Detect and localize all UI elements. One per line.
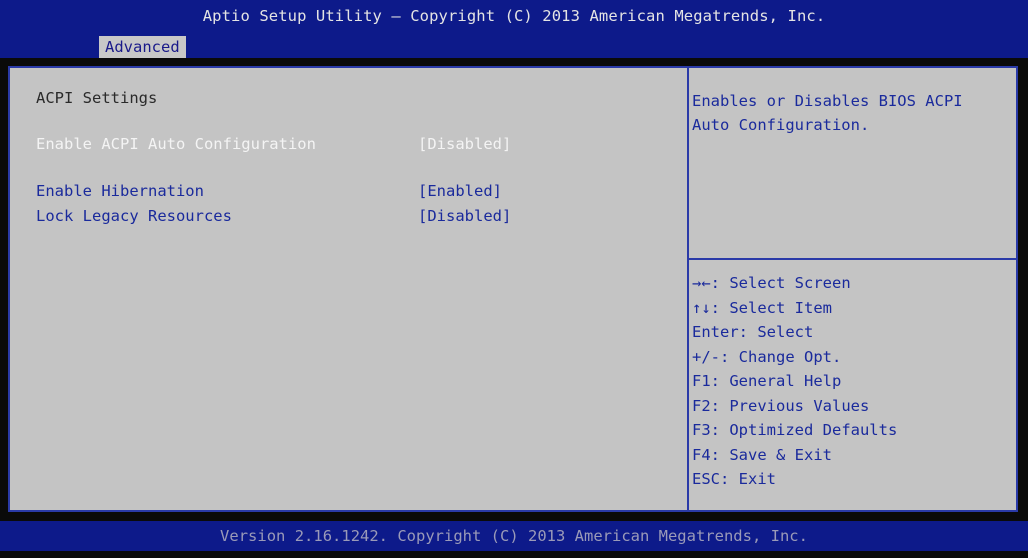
- key-f4: F4: Save & Exit: [692, 445, 832, 464]
- setting-label: Lock Legacy Resources: [36, 207, 232, 225]
- arrows-up-down-icon: ↑↓: [692, 298, 711, 317]
- arrows-left-right-icon: →←: [692, 274, 711, 292]
- key-legend: →←: Select Screen ↑↓: Select Item Enter:…: [692, 271, 1012, 492]
- setting-label: Enable Hibernation: [36, 182, 204, 200]
- panel-divider-vertical: [687, 68, 689, 510]
- help-line: Auto Configuration.: [692, 116, 870, 134]
- setting-value[interactable]: [Enabled]: [418, 182, 502, 200]
- key-esc: ESC: Exit: [692, 470, 776, 488]
- key-f2: F2: Previous Values: [692, 396, 870, 415]
- key-change-opt: +/-: Change Opt.: [692, 347, 842, 366]
- setting-value[interactable]: [Disabled]: [418, 135, 511, 153]
- key-enter: Enter: Select: [692, 323, 814, 341]
- key-select-item: ↑↓: Select Item: [692, 298, 832, 317]
- section-title: ACPI Settings: [36, 89, 158, 107]
- setting-label: Enable ACPI Auto Configuration: [36, 135, 316, 153]
- version-text: Version 2.16.1242. Copyright (C) 2013 Am…: [220, 527, 808, 545]
- help-text: Enables or Disables BIOS ACPI Auto Confi…: [692, 89, 1012, 137]
- key-select-screen: →←: Select Screen: [692, 274, 851, 292]
- main-frame: ACPI Settings Enable ACPI Auto Configura…: [8, 66, 1018, 512]
- app-title: Aptio Setup Utility – Copyright (C) 2013…: [202, 7, 826, 25]
- panel-divider-horizontal: [689, 258, 1016, 260]
- help-line: Enables or Disables BIOS ACPI: [692, 92, 963, 110]
- setting-value[interactable]: [Disabled]: [418, 207, 511, 225]
- key-f3: F3: Optimized Defaults: [692, 421, 898, 439]
- key-f1: F1: General Help: [692, 372, 842, 390]
- footer-bar: Version 2.16.1242. Copyright (C) 2013 Am…: [0, 521, 1028, 551]
- tab-advanced[interactable]: Advanced: [99, 36, 186, 58]
- header-bar: Aptio Setup Utility – Copyright (C) 2013…: [0, 0, 1028, 58]
